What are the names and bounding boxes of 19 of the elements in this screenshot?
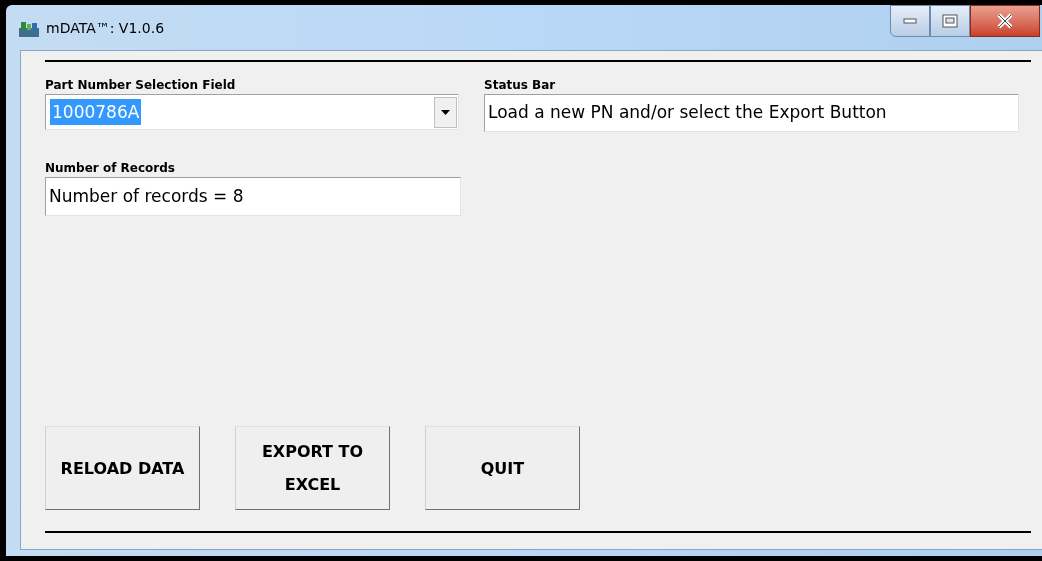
window-title: mDATA™: V1.0.6 (46, 19, 165, 38)
caret-icon (441, 109, 450, 115)
dropdown-arrow-button[interactable] (434, 96, 457, 128)
field-label: Number of Records (45, 160, 176, 177)
action-button[interactable]: EXPORT TO EXCEL (235, 426, 390, 510)
close-button[interactable] (970, 5, 1040, 37)
action-button[interactable]: QUIT (425, 426, 580, 510)
field-label: Status Bar (484, 77, 557, 94)
status-value: Load a new PN and/or select the Export Button (488, 101, 887, 125)
field-label: Part Number Selection Field (45, 77, 237, 94)
close-icon (996, 13, 1014, 29)
dropdown-value: 1000786A (50, 99, 142, 125)
maximize-icon (942, 14, 958, 28)
minimize-button[interactable] (890, 5, 930, 37)
action-button[interactable]: RELOAD DATA (45, 426, 200, 510)
minimize-icon (903, 18, 917, 24)
maximize-button[interactable] (930, 5, 970, 37)
app-icon (18, 19, 40, 38)
records-value: Number of records = 8 (49, 184, 244, 208)
